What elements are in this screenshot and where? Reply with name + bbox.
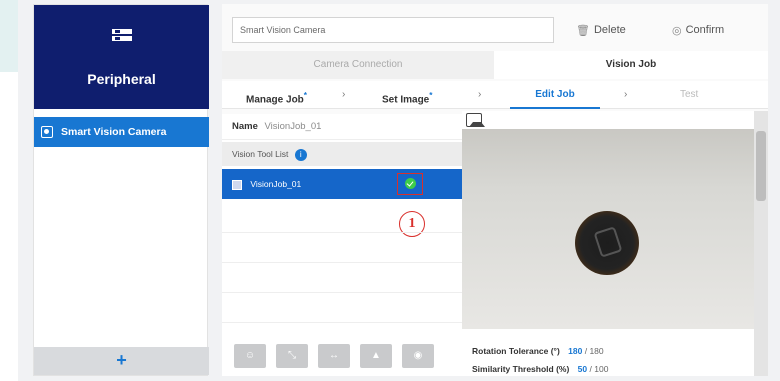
peripheral-sidebar: Peripheral Smart Vision Camera + xyxy=(33,4,209,376)
step-set-image[interactable]: Set Image* xyxy=(382,81,433,109)
camera-image-panel: Rotation Tolerance (°) 180 / 180 Similar… xyxy=(462,111,768,376)
step-test[interactable]: Test xyxy=(680,81,698,109)
checkbox[interactable] xyxy=(232,179,242,190)
similarity-threshold-row: Similarity Threshold (%) 50 / 100 xyxy=(472,364,608,374)
status-ok-icon xyxy=(405,178,416,189)
delete-button[interactable]: 🗑 Delete xyxy=(576,17,646,43)
tool-person-button[interactable]: ☺ xyxy=(234,344,266,368)
job-step-bar: Manage Job* › Set Image* › Edit Job › Te… xyxy=(222,81,768,109)
rotation-tolerance-value[interactable]: 180 xyxy=(568,346,582,356)
sidebar-header: Peripheral xyxy=(34,5,209,109)
peripheral-icon xyxy=(112,29,132,47)
trash-icon: 🗑 xyxy=(576,24,590,37)
tool-item-label: VisionJob_01 xyxy=(250,179,302,189)
confirm-button[interactable]: ◎ Confirm xyxy=(672,17,764,43)
tool-link-button[interactable]: ⤡ xyxy=(276,344,308,368)
job-name-label: Name xyxy=(232,121,258,132)
list-divider xyxy=(222,292,462,293)
sidebar-item-label: Smart Vision Camera xyxy=(61,126,167,138)
detected-object xyxy=(575,211,639,275)
status-highlight-box xyxy=(397,173,423,195)
step-label: Edit Job xyxy=(535,89,575,100)
tool-list-label: Vision Tool List xyxy=(232,149,289,159)
similarity-threshold-max: / 100 xyxy=(589,364,609,374)
camera-image[interactable] xyxy=(462,129,754,329)
check-circle-icon: ◎ xyxy=(672,24,682,37)
sidebar-title: Peripheral xyxy=(87,71,156,87)
tool-area-button[interactable]: ▲ xyxy=(360,344,392,368)
similarity-threshold-label: Similarity Threshold (%) xyxy=(472,364,570,374)
chevron-right-icon: › xyxy=(478,89,482,100)
step-label: Set Image xyxy=(382,94,430,106)
tool-camera-button[interactable]: ◉ xyxy=(402,344,434,368)
tool-measure-button[interactable]: ↔ xyxy=(318,344,350,368)
info-icon[interactable]: i xyxy=(294,148,307,161)
step-label: Manage Job xyxy=(246,94,304,106)
rotation-tolerance-max: / 180 xyxy=(584,346,604,356)
similarity-threshold-value[interactable]: 50 xyxy=(578,364,587,374)
vision-tool-list-header: Vision Tool List i xyxy=(222,142,462,166)
tab-vision-job[interactable]: Vision Job xyxy=(494,51,768,79)
list-divider xyxy=(222,262,462,263)
vision-tool-list-panel: Name VisionJob_01 Vision Tool List i Vis… xyxy=(222,114,462,376)
tool-list-item[interactable]: VisionJob_01 xyxy=(222,169,462,199)
sidebar-item-smart-vision-camera[interactable]: Smart Vision Camera xyxy=(34,117,209,147)
confirm-label: Confirm xyxy=(685,24,725,36)
rotation-tolerance-row: Rotation Tolerance (°) 180 / 180 xyxy=(472,346,604,356)
image-view-icon[interactable] xyxy=(466,113,485,127)
tool-button-bar: ☺ ⤡ ↔ ▲ ◉ xyxy=(222,336,462,376)
annotation-marker: 1 xyxy=(399,211,425,237)
list-divider xyxy=(222,232,462,233)
main-panel: 🗑 Delete ◎ Confirm Camera Connection Vis… xyxy=(222,4,768,376)
step-edit-job[interactable]: Edit Job xyxy=(510,81,600,109)
chevron-right-icon: › xyxy=(342,89,346,100)
job-name-value: VisionJob_01 xyxy=(264,121,322,132)
delete-label: Delete xyxy=(593,24,626,36)
device-name-input[interactable] xyxy=(232,17,554,43)
object-feature xyxy=(593,226,623,258)
chevron-right-icon: › xyxy=(624,89,628,100)
camera-icon xyxy=(41,126,53,138)
list-divider xyxy=(222,322,462,323)
scroll-thumb[interactable] xyxy=(756,131,766,201)
job-name-row: Name VisionJob_01 xyxy=(222,114,462,140)
tab-camera-connection[interactable]: Camera Connection xyxy=(222,51,494,79)
step-manage-job[interactable]: Manage Job* xyxy=(246,81,307,109)
tab-bar: Camera Connection Vision Job xyxy=(222,51,768,79)
rotation-tolerance-label: Rotation Tolerance (°) xyxy=(472,346,560,356)
vertical-scrollbar[interactable] xyxy=(754,111,768,376)
add-peripheral-button[interactable]: + xyxy=(34,347,209,375)
